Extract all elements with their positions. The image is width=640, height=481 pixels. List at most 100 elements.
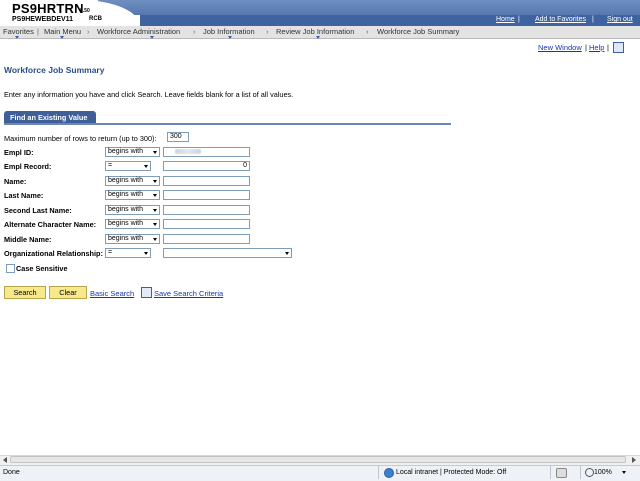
home-link[interactable]: Home bbox=[496, 16, 515, 23]
dropdown-arrow-icon bbox=[153, 194, 157, 197]
page-title: Workforce Job Summary bbox=[4, 65, 105, 75]
dropdown-arrow-icon bbox=[144, 165, 148, 168]
tab-label: Find an Existing Value bbox=[10, 113, 88, 122]
alternate-character-name-input[interactable] bbox=[163, 219, 250, 229]
select-value: = bbox=[108, 162, 113, 169]
sign-out-link[interactable]: Sign out bbox=[607, 16, 633, 23]
select-value: begins with bbox=[108, 206, 144, 213]
select-value: = bbox=[108, 249, 113, 256]
help-link[interactable]: Help bbox=[589, 43, 604, 52]
last-name-operator-select[interactable]: begins with bbox=[105, 190, 160, 200]
link-separator: | bbox=[585, 43, 587, 52]
dropdown-arrow-icon bbox=[153, 151, 157, 154]
nav-job-information[interactable]: Job Information bbox=[203, 27, 255, 36]
status-bar bbox=[0, 465, 640, 481]
dropdown-arrow-icon bbox=[153, 209, 157, 212]
app-version: 8.50 bbox=[80, 8, 90, 14]
scroll-right-arrow-icon[interactable] bbox=[632, 457, 636, 463]
header-band bbox=[98, 0, 640, 15]
last-name-input[interactable] bbox=[163, 190, 250, 200]
nav-separator: › bbox=[193, 27, 196, 36]
breadcrumb: Favorites | Main Menu › Workforce Admini… bbox=[0, 26, 640, 39]
max-rows-input[interactable]: 300 bbox=[167, 132, 189, 142]
nav-favorites[interactable]: Favorites bbox=[3, 27, 34, 36]
zoom-level[interactable]: 100% bbox=[594, 469, 612, 476]
empl-record-label: Empl Record: bbox=[4, 162, 52, 171]
clear-button[interactable]: Clear bbox=[49, 286, 87, 299]
name-label: Name: bbox=[4, 177, 27, 186]
second-last-name-label: Second Last Name: bbox=[4, 206, 72, 215]
empl-id-operator-select[interactable]: begins with bbox=[105, 147, 160, 157]
select-value: begins with bbox=[108, 148, 144, 155]
middle-name-input[interactable] bbox=[163, 234, 250, 244]
status-divider bbox=[378, 466, 379, 479]
nav-review-job-information[interactable]: Review Job Information bbox=[276, 27, 354, 36]
name-operator-select[interactable]: begins with bbox=[105, 176, 160, 186]
second-last-name-operator-select[interactable]: begins with bbox=[105, 205, 160, 215]
dropdown-arrow-icon bbox=[153, 180, 157, 183]
empl-id-label: Empl ID: bbox=[4, 148, 34, 157]
select-value: begins with bbox=[108, 220, 144, 227]
new-window-link[interactable]: New Window bbox=[538, 43, 582, 52]
basic-search-link[interactable]: Basic Search bbox=[90, 289, 134, 298]
alternate-character-name-label: Alternate Character Name: bbox=[4, 220, 97, 229]
dropdown-tick-icon bbox=[60, 36, 64, 39]
select-value: begins with bbox=[108, 235, 144, 242]
name-input[interactable] bbox=[163, 176, 250, 186]
dropdown-arrow-icon bbox=[144, 252, 148, 255]
status-divider bbox=[580, 466, 581, 479]
header-links-bar: Home | Add to Favorites | Sign out bbox=[140, 15, 640, 26]
empl-record-input[interactable]: 0 bbox=[163, 161, 250, 171]
dropdown-arrow-icon bbox=[153, 238, 157, 241]
header-divider: | bbox=[518, 16, 520, 23]
globe-icon bbox=[384, 468, 394, 478]
user-id: RCB bbox=[89, 16, 102, 22]
dropdown-tick-icon bbox=[15, 36, 19, 39]
middle-name-label: Middle Name: bbox=[4, 235, 52, 244]
dropdown-tick-icon bbox=[150, 36, 154, 39]
scroll-left-arrow-icon[interactable] bbox=[3, 457, 7, 463]
status-divider bbox=[550, 466, 551, 479]
nav-workforce-job-summary[interactable]: Workforce Job Summary bbox=[377, 27, 459, 36]
empl-record-operator-select[interactable]: = bbox=[105, 161, 151, 171]
nav-separator: › bbox=[87, 27, 90, 36]
organizational-relationship-operator-select[interactable]: = bbox=[105, 248, 151, 258]
case-sensitive-checkbox[interactable] bbox=[6, 264, 15, 273]
search-button[interactable]: Search bbox=[4, 286, 46, 299]
status-text: Done bbox=[3, 469, 20, 476]
select-value: begins with bbox=[108, 177, 144, 184]
redacted-value bbox=[175, 149, 201, 154]
last-name-label: Last Name: bbox=[4, 191, 44, 200]
alternate-character-name-operator-select[interactable]: begins with bbox=[105, 219, 160, 229]
organizational-relationship-value-select[interactable] bbox=[163, 248, 292, 258]
scrollbar-thumb[interactable] bbox=[10, 456, 626, 463]
max-rows-label: Maximum number of rows to return (up to … bbox=[4, 134, 157, 143]
link-separator: | bbox=[607, 43, 609, 52]
save-search-criteria-link[interactable]: Save Search Criteria bbox=[154, 289, 223, 298]
select-value: begins with bbox=[108, 191, 144, 198]
zoom-dropdown-icon[interactable] bbox=[622, 471, 626, 474]
dropdown-arrow-icon bbox=[285, 252, 289, 255]
dropdown-arrow-icon bbox=[153, 223, 157, 226]
header-divider: | bbox=[592, 16, 594, 23]
protected-mode-icon[interactable] bbox=[556, 468, 567, 478]
add-to-favorites-link[interactable]: Add to Favorites bbox=[535, 16, 586, 23]
nav-separator: › bbox=[266, 27, 269, 36]
dropdown-tick-icon bbox=[228, 36, 232, 39]
nav-separator: | bbox=[37, 27, 39, 36]
tab-underline bbox=[4, 123, 451, 125]
organizational-relationship-label: Organizational Relationship: bbox=[4, 249, 103, 258]
security-zone-text[interactable]: Local intranet | Protected Mode: Off bbox=[396, 469, 506, 476]
database-name: PS9HEWEBDEV11 bbox=[12, 16, 74, 23]
customize-page-icon[interactable] bbox=[613, 42, 624, 53]
app-title: PS9HRTRN bbox=[12, 1, 84, 16]
second-last-name-input[interactable] bbox=[163, 205, 250, 215]
save-search-icon[interactable] bbox=[141, 287, 152, 298]
nav-main-menu[interactable]: Main Menu bbox=[44, 27, 81, 36]
nav-workforce-administration[interactable]: Workforce Administration bbox=[97, 27, 180, 36]
middle-name-operator-select[interactable]: begins with bbox=[105, 234, 160, 244]
dropdown-tick-icon bbox=[316, 36, 320, 39]
nav-separator: › bbox=[366, 27, 369, 36]
zoom-icon bbox=[585, 468, 594, 477]
instructions-text: Enter any information you have and click… bbox=[4, 90, 294, 99]
